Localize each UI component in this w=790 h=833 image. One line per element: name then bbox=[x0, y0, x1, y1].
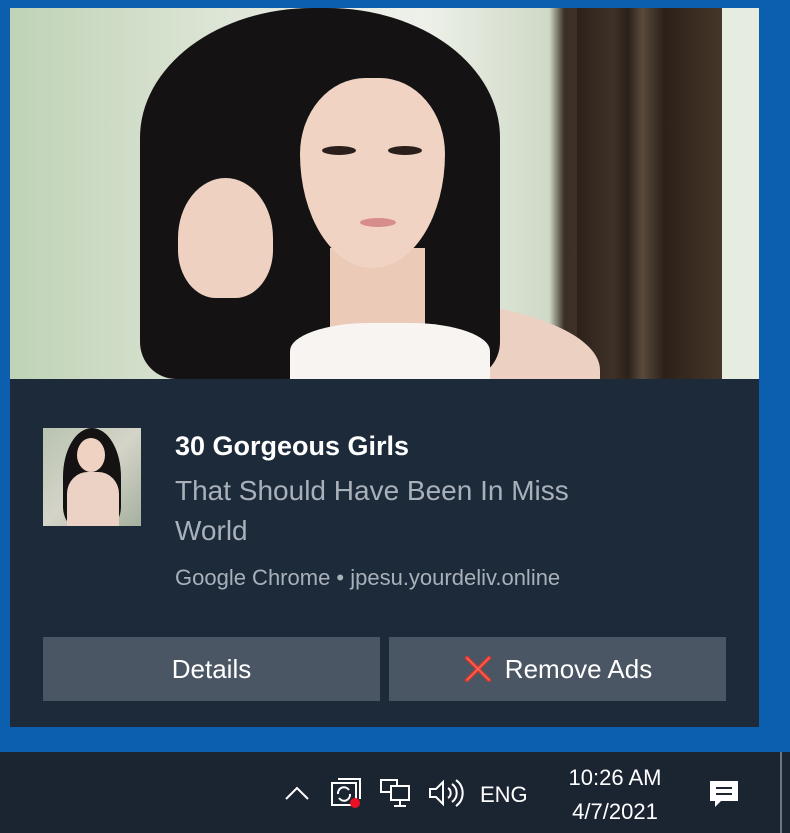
hero-window-frame bbox=[577, 8, 722, 379]
volume-icon bbox=[429, 779, 464, 807]
details-button-label: Details bbox=[171, 653, 252, 684]
clock-date: 4/7/2021 bbox=[572, 799, 658, 824]
show-desktop-divider[interactable] bbox=[780, 752, 782, 833]
notification-source: Google Chrome • jpesu.yourdeliv.online bbox=[175, 565, 561, 590]
chevron-up-icon bbox=[285, 786, 309, 800]
sync-tray-button[interactable] bbox=[328, 776, 364, 810]
notification-hero-image[interactable] bbox=[10, 8, 759, 379]
notification-thumbnail bbox=[43, 428, 141, 526]
show-hidden-icons-button[interactable] bbox=[280, 778, 314, 808]
details-button[interactable]: Details bbox=[43, 637, 380, 701]
hero-right-eye bbox=[388, 146, 422, 155]
network-icon bbox=[380, 779, 410, 807]
thumbnail-face bbox=[77, 438, 105, 472]
thumbnail-body bbox=[67, 472, 119, 526]
hero-top bbox=[290, 323, 490, 379]
action-center-icon bbox=[710, 781, 738, 807]
network-tray-button[interactable] bbox=[378, 776, 414, 810]
remove-ads-button-label: Remove Ads bbox=[504, 653, 653, 684]
close-icon bbox=[464, 656, 491, 682]
sync-icon bbox=[331, 778, 361, 808]
hero-left-eye bbox=[322, 146, 356, 155]
taskbar: ENG 10:26 AM 4/7/2021 bbox=[0, 752, 790, 833]
notification-title: 30 Gorgeous Girls bbox=[175, 431, 410, 461]
input-language-indicator[interactable]: ENG bbox=[480, 782, 528, 808]
action-center-button[interactable] bbox=[704, 776, 744, 812]
taskbar-clock[interactable]: 10:26 AM 4/7/2021 bbox=[555, 761, 675, 829]
notification-toast[interactable]: 30 Gorgeous Girls That Should Have Been … bbox=[10, 8, 759, 727]
notification-body: 30 Gorgeous Girls That Should Have Been … bbox=[10, 379, 759, 727]
remove-ads-button[interactable]: Remove Ads bbox=[389, 637, 726, 701]
volume-tray-button[interactable] bbox=[425, 776, 467, 810]
clock-time: 10:26 AM bbox=[568, 765, 662, 790]
hero-hand bbox=[178, 178, 273, 298]
hero-window-glass bbox=[722, 8, 759, 379]
notification-message: That Should Have Been In Miss World bbox=[175, 475, 569, 546]
hero-mouth bbox=[360, 218, 396, 227]
